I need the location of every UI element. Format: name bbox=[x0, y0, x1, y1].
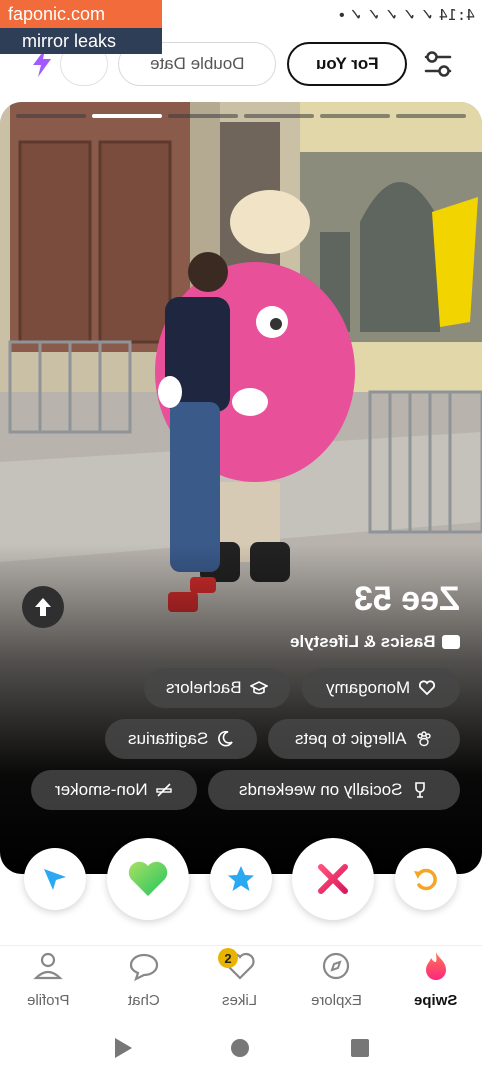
tag-icon bbox=[442, 635, 460, 649]
moon-icon bbox=[218, 730, 233, 747]
chat-bubble-icon bbox=[129, 953, 159, 982]
photo-progress-segment bbox=[168, 114, 238, 118]
likes-count-badge: 2 bbox=[218, 948, 238, 968]
wine-glass-icon bbox=[414, 782, 425, 798]
tag-pill-label: Bachelors bbox=[166, 678, 242, 697]
photo-progress-segment bbox=[320, 114, 390, 118]
paw-icon bbox=[417, 731, 431, 747]
status-time: 4:14 bbox=[438, 6, 475, 24]
tag-pill-label: Non-smoker bbox=[54, 780, 148, 799]
back-triangle-icon[interactable] bbox=[112, 1036, 134, 1060]
photo-progress-segment bbox=[396, 114, 466, 118]
rewind-icon bbox=[414, 868, 437, 891]
section-basics-label: Basics & Lifestyle bbox=[290, 632, 436, 651]
tab-double-date-label: Double Date bbox=[149, 54, 245, 73]
tag-pill-drinking: Socially on weekends bbox=[208, 770, 460, 810]
tag-pill-bachelors: Bachelors bbox=[144, 668, 290, 708]
close-icon bbox=[318, 864, 348, 894]
heart-outline-icon bbox=[419, 680, 436, 696]
watermark-site: faponic.com bbox=[0, 0, 162, 28]
arrow-up-icon bbox=[35, 598, 51, 616]
photo-progress-segment-active bbox=[92, 114, 162, 118]
nav-profile-label: Profile bbox=[26, 992, 70, 1009]
nav-profile[interactable]: Profile bbox=[8, 950, 88, 1016]
nav-explore-label: Explore bbox=[310, 992, 362, 1009]
tag-pill-allergic-to-pets: Allergic to pets bbox=[268, 719, 460, 759]
super-like-button[interactable] bbox=[210, 848, 272, 910]
nav-likes[interactable]: 2 Likes bbox=[200, 948, 280, 1016]
tag-pill-label: Sagittarius bbox=[127, 729, 209, 748]
nav-explore[interactable]: Explore bbox=[296, 950, 376, 1016]
tag-pill-label: Allergic to pets bbox=[295, 729, 407, 748]
expand-profile-button[interactable] bbox=[22, 586, 64, 628]
tag-pill-sagittarius: Sagittarius bbox=[105, 719, 257, 759]
compass-icon bbox=[322, 952, 350, 980]
nav-swipe[interactable]: Swipe bbox=[396, 950, 476, 1016]
section-basics: Basics & Lifestyle bbox=[290, 632, 460, 652]
tag-pill-non-smoker: Non-smoker bbox=[31, 770, 197, 810]
no-smoking-icon bbox=[156, 783, 172, 797]
status-bar: 4:14 ✓ ✓ ✓ ✓ ✓ • bbox=[330, 4, 475, 26]
profile-name-age-text: Zee 53 bbox=[354, 580, 460, 618]
tag-pill-label: Socially on weekends bbox=[239, 780, 403, 799]
system-nav bbox=[0, 1024, 482, 1074]
tab-for-you[interactable]: For You bbox=[287, 42, 407, 86]
swipe-actions bbox=[0, 838, 482, 928]
flame-icon bbox=[426, 952, 446, 980]
profile-name-age: Zee 53 bbox=[354, 580, 460, 619]
like-button[interactable] bbox=[107, 838, 189, 920]
watermark-tagline: mirror leaks bbox=[0, 28, 162, 54]
send-arrow-icon bbox=[44, 869, 66, 890]
tag-pill-label: Monogamy bbox=[325, 678, 411, 697]
rewind-button[interactable] bbox=[395, 848, 457, 910]
bottom-nav: Profile Chat 2 Likes Explore Swipe bbox=[0, 945, 482, 1017]
person-icon bbox=[33, 952, 63, 980]
notification-icons: ✓ ✓ ✓ ✓ ✓ • bbox=[339, 7, 434, 24]
photo-progress-segment bbox=[244, 114, 314, 118]
graduation-cap-icon bbox=[249, 681, 268, 695]
boost-button[interactable] bbox=[24, 848, 86, 910]
tag-pill-monogamy: Monogamy bbox=[302, 668, 460, 708]
photo-progress bbox=[16, 114, 466, 118]
profile-card[interactable]: Zee 53 Basics & Lifestyle Monogamy Bache… bbox=[0, 102, 482, 874]
tab-for-you-label: For You bbox=[315, 54, 379, 73]
home-circle-icon[interactable] bbox=[230, 1038, 250, 1058]
nav-likes-label: Likes bbox=[222, 992, 258, 1009]
star-icon bbox=[228, 866, 254, 891]
nope-button[interactable] bbox=[292, 838, 374, 920]
photo-progress-segment bbox=[16, 114, 86, 118]
nav-chat-label: Chat bbox=[128, 992, 160, 1009]
nav-chat[interactable]: Chat bbox=[104, 950, 184, 1016]
heart-icon bbox=[128, 861, 168, 896]
filter-sliders-icon[interactable] bbox=[420, 46, 456, 82]
recents-square-icon[interactable] bbox=[350, 1038, 370, 1058]
nav-swipe-label: Swipe bbox=[414, 992, 458, 1009]
